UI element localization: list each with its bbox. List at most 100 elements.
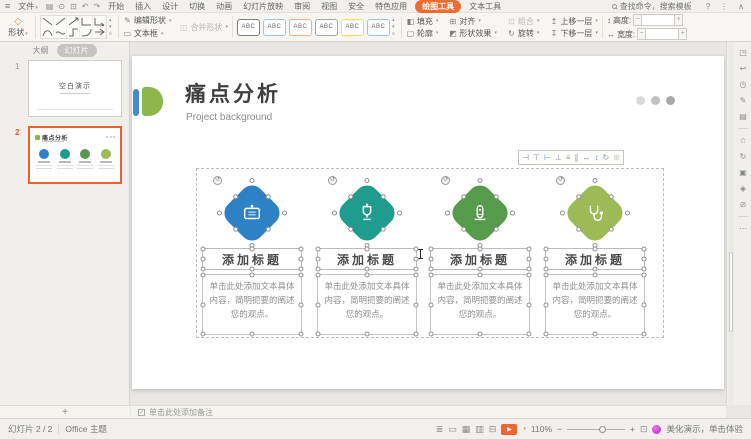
- rotate-handle-icon[interactable]: ↺: [328, 176, 337, 185]
- print-icon[interactable]: ⊙: [58, 2, 65, 11]
- style-gallery-scroll[interactable]: ▴▾≡: [390, 17, 397, 37]
- notes-checkbox-icon[interactable]: ✓: [138, 409, 145, 416]
- slide-title[interactable]: 痛点分析: [185, 78, 281, 108]
- resize-handle[interactable]: [527, 247, 532, 252]
- notes-bar[interactable]: ✓ 单击此处添加备注: [131, 405, 726, 418]
- grid-align-icon[interactable]: ⊞: [613, 151, 620, 164]
- theme-name[interactable]: Office 主题: [65, 423, 106, 435]
- tab-text-tools[interactable]: 文本工具: [466, 1, 504, 12]
- resize-handle[interactable]: [478, 247, 483, 252]
- resize-handle[interactable]: [642, 247, 647, 252]
- resize-handle[interactable]: [299, 332, 304, 337]
- resize-handle[interactable]: [365, 332, 370, 337]
- resize-handle[interactable]: [429, 273, 434, 278]
- search-input[interactable]: [620, 2, 698, 11]
- slide-1-thumbnail[interactable]: 空白演示: [28, 60, 122, 117]
- side-tool-more-icon[interactable]: ⋯: [739, 224, 747, 233]
- side-tool-icon-10[interactable]: ⊘: [740, 200, 747, 209]
- diamond-shape-3[interactable]: ↺: [448, 181, 512, 245]
- notes-placeholder[interactable]: 单击此处添加备注: [149, 407, 213, 418]
- fit-to-window-icon[interactable]: ⊡: [640, 424, 648, 435]
- resize-handle[interactable]: [316, 302, 321, 307]
- resize-handle[interactable]: [429, 257, 434, 262]
- resize-handle[interactable]: [593, 247, 598, 252]
- merge-shapes-button[interactable]: ◫合并形状▾: [179, 22, 228, 33]
- title-textbox-3[interactable]: 添加标题: [430, 248, 530, 270]
- resize-handle[interactable]: [299, 273, 304, 278]
- group-button[interactable]: ⊡组合▾: [507, 16, 540, 27]
- align-left-icon[interactable]: ⊣: [522, 151, 529, 164]
- slide[interactable]: 痛点分析 Project background ⊣ ⊤ ⊢ ⊥ ≡ ∥ ↔ ↕ …: [132, 56, 724, 389]
- align-right-icon[interactable]: ⊢: [544, 151, 551, 164]
- collapse-ribbon-icon[interactable]: ∧: [736, 2, 746, 11]
- height-decrease-button[interactable]: −: [633, 14, 642, 26]
- edit-shape-button[interactable]: ✎编辑形状▾: [123, 15, 172, 26]
- resize-handle[interactable]: [544, 302, 549, 307]
- resize-handle[interactable]: [429, 332, 434, 337]
- resize-handle[interactable]: [429, 267, 434, 272]
- resize-handle[interactable]: [250, 332, 255, 337]
- insert-shape-button[interactable]: ◇ 形状▾: [5, 17, 31, 38]
- rotate-handle-icon[interactable]: ↺: [441, 176, 450, 185]
- style-preset-5[interactable]: ABC: [341, 19, 364, 36]
- resize-handle[interactable]: [316, 332, 321, 337]
- resize-handle[interactable]: [544, 273, 549, 278]
- resize-handle[interactable]: [201, 257, 206, 262]
- side-tool-icon-4[interactable]: ✎: [740, 96, 747, 105]
- tab-view[interactable]: 视图: [318, 1, 340, 12]
- resize-handle[interactable]: [316, 257, 321, 262]
- resize-handle[interactable]: [365, 247, 370, 252]
- resize-handle[interactable]: [299, 247, 304, 252]
- resize-handle[interactable]: [429, 247, 434, 252]
- zoom-out-button[interactable]: −: [557, 424, 562, 434]
- side-tool-icon-1[interactable]: ◳: [739, 48, 747, 57]
- tab-review[interactable]: 审阅: [291, 1, 313, 12]
- side-tool-icon-9[interactable]: ◈: [740, 184, 746, 193]
- rotate-handle-icon[interactable]: ↺: [213, 176, 222, 185]
- tab-slideshow[interactable]: 幻灯片放映: [240, 1, 286, 12]
- width-input[interactable]: [646, 28, 678, 40]
- resize-handle[interactable]: [527, 257, 532, 262]
- reading-view-icon[interactable]: ▥: [475, 424, 484, 435]
- hamburger-icon[interactable]: ≡: [5, 1, 10, 11]
- undo-icon[interactable]: ↶: [82, 2, 89, 11]
- resize-handle[interactable]: [365, 267, 370, 272]
- slide-subtitle[interactable]: Project background: [186, 112, 272, 123]
- tab-security[interactable]: 安全: [345, 1, 367, 12]
- text-box-button[interactable]: ▭文本框▾: [123, 28, 172, 39]
- resize-handle[interactable]: [544, 332, 549, 337]
- resize-handle[interactable]: [316, 267, 321, 272]
- width-increase-button[interactable]: +: [678, 28, 687, 40]
- resize-handle[interactable]: [478, 273, 483, 278]
- resize-handle[interactable]: [527, 302, 532, 307]
- style-preset-3[interactable]: ABC: [289, 19, 312, 36]
- tab-design[interactable]: 设计: [159, 1, 181, 12]
- side-tool-icon-8[interactable]: ▣: [739, 168, 747, 177]
- play-options-caret[interactable]: ▾: [523, 426, 526, 432]
- resize-handle[interactable]: [299, 302, 304, 307]
- diamond-shape-1[interactable]: ↺: [220, 181, 284, 245]
- resize-handle[interactable]: [544, 267, 549, 272]
- style-preset-2[interactable]: ABC: [263, 19, 286, 36]
- title-textbox-1[interactable]: 添加标题: [202, 248, 302, 270]
- resize-handle[interactable]: [201, 267, 206, 272]
- tab-drawing-tools[interactable]: 绘图工具: [415, 0, 461, 13]
- zoom-slider[interactable]: [567, 429, 625, 430]
- redo-icon[interactable]: ↷: [93, 2, 100, 11]
- resize-handle[interactable]: [250, 273, 255, 278]
- resize-handle[interactable]: [478, 267, 483, 272]
- side-tool-icon-5[interactable]: ▤: [739, 112, 747, 121]
- resize-handle[interactable]: [544, 257, 549, 262]
- resize-handle[interactable]: [414, 332, 419, 337]
- align-bottom-icon[interactable]: ∥: [575, 151, 579, 164]
- tab-slides[interactable]: 幻灯片: [57, 44, 97, 57]
- width-decrease-button[interactable]: −: [637, 28, 646, 40]
- tab-outline[interactable]: 大纲: [33, 45, 49, 56]
- resize-handle[interactable]: [316, 273, 321, 278]
- resize-handle[interactable]: [299, 257, 304, 262]
- resize-handle[interactable]: [201, 332, 206, 337]
- resize-handle[interactable]: [414, 302, 419, 307]
- print-preview-icon[interactable]: ⊡: [70, 2, 77, 11]
- resize-handle[interactable]: [527, 273, 532, 278]
- new-slide-button[interactable]: +: [0, 405, 130, 418]
